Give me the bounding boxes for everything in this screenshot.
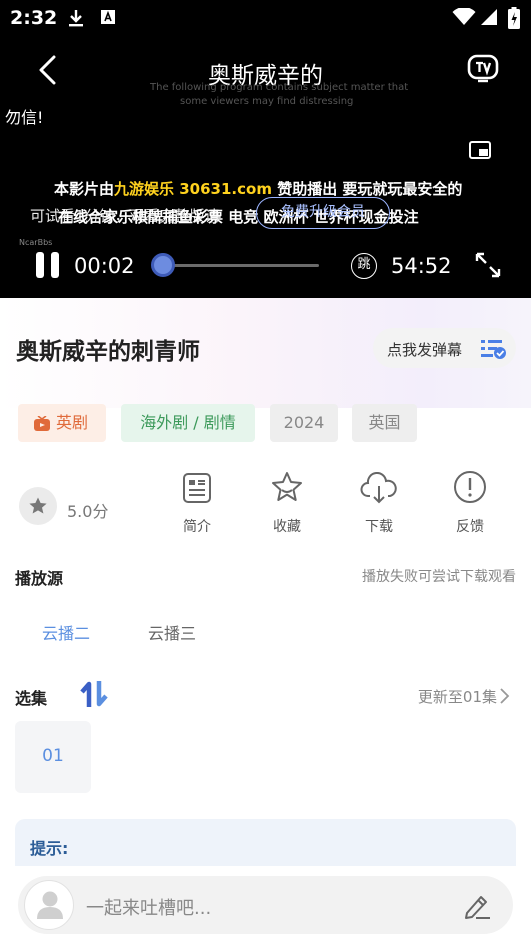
send-danmaku-label: 点我发弹幕 [387,341,463,359]
battery-icon [508,7,520,29]
source-tab-1[interactable]: 云播二 [42,620,90,644]
cast-tv-icon[interactable] [467,52,499,84]
rating-badge [19,487,57,525]
picture-in-picture-icon[interactable] [468,140,492,160]
cloud-download-icon [360,472,397,504]
user-avatar-icon [37,891,63,919]
episodes-section-title: 选集 [15,689,48,708]
chevron-right-icon[interactable] [499,687,511,705]
feedback-label: 反馈 [456,519,484,535]
page-title: 奥斯威辛的刺青师 [16,339,200,365]
alert-circle-icon [454,471,486,503]
download-button[interactable]: 下载 [349,468,409,538]
video-player[interactable]: 2:32 奥斯威辛的 勿信! The following program con… [0,0,531,298]
star-outline-icon [272,472,302,501]
feedback-button[interactable]: 反馈 [440,468,500,538]
comment-bar: 一起来吐槽吧... [0,866,531,944]
download-status-icon [69,10,83,27]
danmaku-settings-icon [481,340,506,359]
video-caption-faint: some viewers may find distressing [180,96,354,107]
sponsor-ad-line: 本影片由九游娱乐 30631.com 赞助播出 要玩就玩最安全的 [54,180,463,198]
favorite-button[interactable]: 收藏 [257,468,317,538]
danmaku-comment: 勿信! [5,108,44,127]
rating-score: 5.0分 [67,502,109,521]
download-label: 下载 [365,519,393,535]
tag-year[interactable]: 2024 [270,404,338,442]
pen-edit-icon[interactable] [462,892,492,920]
source-tab-2[interactable]: 云播三 [148,620,196,644]
video-caption-faint: The following program contains subject m… [150,82,409,93]
wifi-icon [452,8,476,25]
upgrade-vip-button[interactable]: 免费升级会员 [256,197,390,229]
source-hint: 播放失败可尝试下载观看 [362,569,516,585]
status-bar: 2:32 [0,0,531,36]
skip-button[interactable]: 跳 [351,253,377,279]
app-notification-icon [101,10,115,24]
source-section-title: 播放源 [15,569,64,588]
episode-item[interactable]: 01 [15,721,91,793]
progress-knob[interactable] [151,253,175,277]
tag-region[interactable]: 英国 [352,404,417,442]
progress-track[interactable] [163,264,319,267]
total-time: 54:52 [391,254,452,278]
tv-category-icon [34,416,50,431]
trial-notice: 可试看1分钟，观看完整版请 [30,207,220,225]
sort-order-icon[interactable] [80,680,108,708]
intro-label: 简介 [183,519,211,535]
video-info-panel: 奥斯威辛的刺青师 点我发弹幕 英剧 海外剧 / 剧情 2024 英国 5.0分 [0,298,531,944]
fullscreen-icon[interactable] [474,251,502,279]
tag-category[interactable]: 英剧 [18,404,106,442]
current-time: 00:02 [74,254,135,278]
signal-icon [481,9,497,25]
avatar [24,880,74,930]
status-time: 2:32 [10,7,58,29]
tag-genre[interactable]: 海外剧 / 剧情 [121,404,255,442]
favorite-label: 收藏 [273,519,301,535]
document-icon [183,473,211,503]
comment-input[interactable]: 一起来吐槽吧... [18,876,513,934]
send-danmaku-button[interactable]: 点我发弹幕 [373,328,516,368]
intro-button[interactable]: 简介 [167,468,227,538]
episode-update-status[interactable]: 更新至01集 [418,686,497,707]
comment-placeholder: 一起来吐槽吧... [86,898,212,919]
episode-number: 01 [42,746,64,766]
star-icon [29,497,47,514]
tip-title: 提示: [30,839,69,858]
